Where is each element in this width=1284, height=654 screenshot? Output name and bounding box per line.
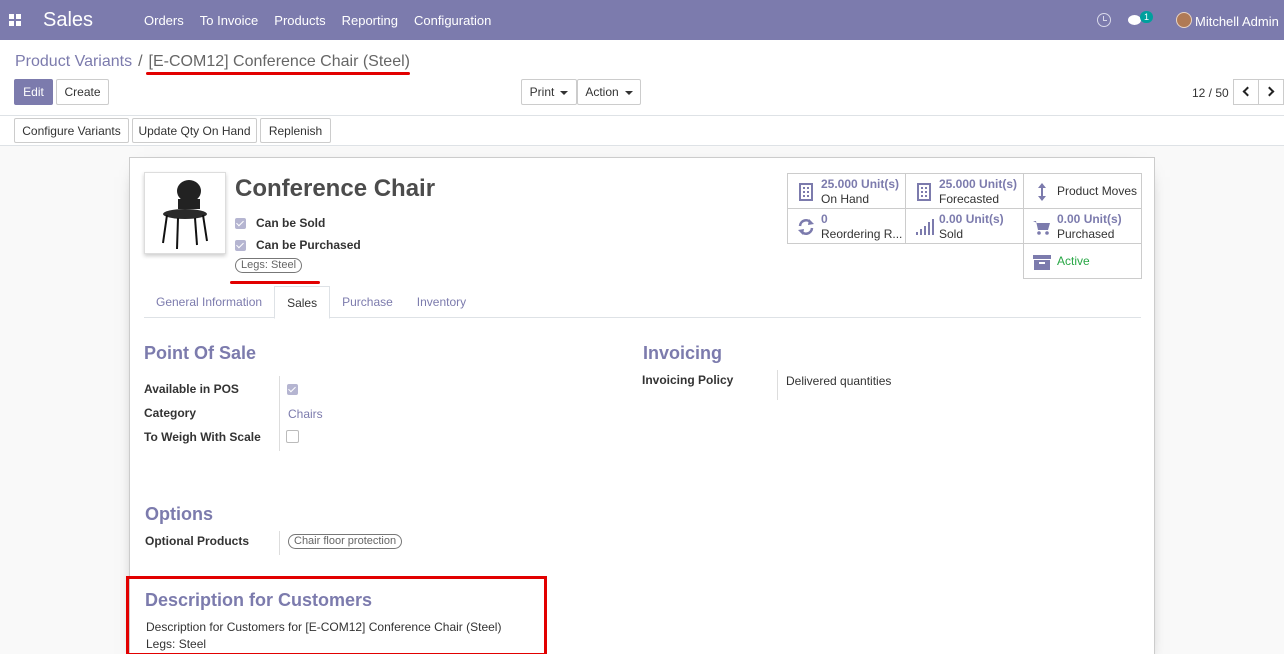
app-name: Sales — [43, 9, 94, 31]
available-in-pos-checkbox[interactable] — [287, 384, 298, 395]
menu-reporting[interactable]: Reporting — [334, 0, 406, 40]
can-be-purchased-row: Can be Purchased — [235, 238, 361, 252]
tab-purchase[interactable]: Purchase — [330, 286, 405, 317]
can-be-purchased-checkbox[interactable] — [235, 239, 246, 251]
tab-general-information[interactable]: General Information — [144, 286, 274, 317]
building-icon — [917, 183, 931, 201]
activity-clock-icon[interactable] — [1097, 13, 1111, 27]
options-section-title: Options — [145, 504, 213, 524]
form-tabs: General Information Sales Purchase Inven… — [144, 286, 1141, 319]
category-value-link[interactable]: Chairs — [288, 407, 323, 421]
chevron-right-icon — [1264, 86, 1275, 97]
field-divider — [279, 376, 280, 451]
signal-bars-icon — [916, 219, 934, 235]
product-moves-label: Product Moves — [1057, 184, 1138, 198]
to-weigh-label: To Weigh With Scale — [144, 430, 261, 444]
form-statusbar: Configure Variants Update Qty On Hand Re… — [0, 116, 1284, 146]
highlight-underline-tag — [230, 281, 320, 284]
replenish-button[interactable]: Replenish — [260, 118, 331, 143]
chevron-left-icon — [1242, 86, 1253, 97]
attribute-tag: Legs: Steel — [235, 258, 303, 273]
chat-count-badge: 1 — [1140, 11, 1154, 23]
menu-to-invoice[interactable]: To Invoice — [192, 0, 267, 40]
highlight-box-description — [126, 576, 547, 654]
building-icon — [799, 183, 813, 201]
category-label: Category — [144, 406, 197, 420]
product-image[interactable] — [144, 172, 226, 254]
available-in-pos-label: Available in POS — [144, 382, 239, 396]
reordering-label: Reordering R... — [821, 227, 903, 241]
active-label: Active — [1057, 254, 1090, 268]
refresh-icon — [798, 219, 814, 235]
field-divider — [777, 370, 778, 400]
menu-orders[interactable]: Orders — [136, 0, 192, 40]
apps-menu-icon[interactable] — [9, 14, 21, 26]
control-panel: Product Variants / [E-COM12] Conference … — [0, 40, 1284, 116]
on-hand-label: On Hand — [821, 192, 870, 206]
breadcrumb: Product Variants / [E-COM12] Conference … — [15, 53, 410, 71]
to-weigh-checkbox[interactable] — [286, 430, 299, 443]
sold-smart-button[interactable]: 0.00 Unit(s) Sold — [905, 208, 1024, 244]
purchased-value: 0.00 Unit(s) — [1057, 212, 1122, 226]
menu-configuration[interactable]: Configuration — [406, 0, 499, 40]
purchased-smart-button[interactable]: 0.00 Unit(s) Purchased — [1023, 208, 1142, 244]
on-hand-smart-button[interactable]: 25.000 Unit(s) On Hand — [787, 173, 906, 209]
tab-inventory[interactable]: Inventory — [405, 286, 478, 317]
forecasted-smart-button[interactable]: 25.000 Unit(s) Forecasted — [905, 173, 1024, 209]
optional-products-label: Optional Products — [145, 534, 250, 548]
invoicing-policy-value[interactable]: Delivered quantities — [786, 374, 891, 388]
forecasted-value: 25.000 Unit(s) — [939, 177, 1018, 191]
highlight-underline-title — [146, 72, 410, 75]
print-label: Print — [529, 85, 555, 99]
print-dropdown[interactable]: Print — [521, 79, 577, 105]
caret-down-icon — [560, 90, 569, 95]
archive-icon — [1033, 255, 1051, 270]
product-moves-smart-button[interactable]: Product Moves — [1023, 173, 1142, 209]
configure-variants-button[interactable]: Configure Variants — [14, 118, 129, 143]
field-divider — [279, 531, 280, 555]
pos-section-title: Point Of Sale — [144, 343, 257, 363]
user-name[interactable]: Mitchell Admin — [1195, 14, 1279, 29]
reordering-smart-button[interactable]: 0 Reordering R... — [787, 208, 906, 244]
edit-button[interactable]: Edit — [14, 79, 53, 105]
pager-previous-button[interactable] — [1233, 79, 1259, 105]
user-avatar[interactable] — [1176, 12, 1192, 28]
forecasted-label: Forecasted — [939, 192, 1000, 206]
tab-sales[interactable]: Sales — [274, 286, 331, 319]
chair-image-icon — [162, 180, 208, 250]
action-label: Action — [585, 85, 619, 99]
product-name: Conference Chair — [235, 175, 436, 202]
menu-products[interactable]: Products — [266, 0, 333, 40]
invoicing-section-title: Invoicing — [643, 343, 723, 363]
on-hand-value: 25.000 Unit(s) — [821, 177, 900, 191]
breadcrumb-separator: / — [138, 53, 143, 70]
sold-value: 0.00 Unit(s) — [939, 212, 1004, 226]
purchased-label: Purchased — [1057, 227, 1115, 241]
invoicing-policy-label: Invoicing Policy — [642, 373, 734, 387]
sold-label: Sold — [939, 227, 964, 241]
active-toggle-button[interactable]: Active — [1023, 243, 1142, 279]
top-navbar: Sales Orders To Invoice Products Reporti… — [0, 0, 1284, 40]
shopping-cart-icon — [1033, 221, 1050, 235]
create-button[interactable]: Create — [56, 79, 109, 105]
can-be-sold-checkbox[interactable] — [235, 217, 246, 229]
update-qty-button[interactable]: Update Qty On Hand — [132, 118, 257, 143]
can-be-purchased-label: Can be Purchased — [256, 238, 361, 252]
reordering-value: 0 — [821, 212, 828, 226]
caret-down-icon — [624, 90, 633, 95]
can-be-sold-label: Can be Sold — [256, 216, 326, 230]
breadcrumb-parent[interactable]: Product Variants — [15, 53, 132, 71]
pager-value[interactable]: 12 / 50 — [1192, 86, 1229, 100]
main-menu: Orders To Invoice Products Reporting Con… — [136, 0, 499, 40]
can-be-sold-row: Can be Sold — [235, 216, 325, 230]
optional-product-tag[interactable]: Chair floor protection — [288, 534, 403, 549]
arrows-vertical-icon — [1038, 183, 1046, 201]
action-dropdown[interactable]: Action — [577, 79, 641, 105]
pager-next-button[interactable] — [1258, 79, 1284, 105]
breadcrumb-current: [E-COM12] Conference Chair (Steel) — [148, 53, 410, 70]
